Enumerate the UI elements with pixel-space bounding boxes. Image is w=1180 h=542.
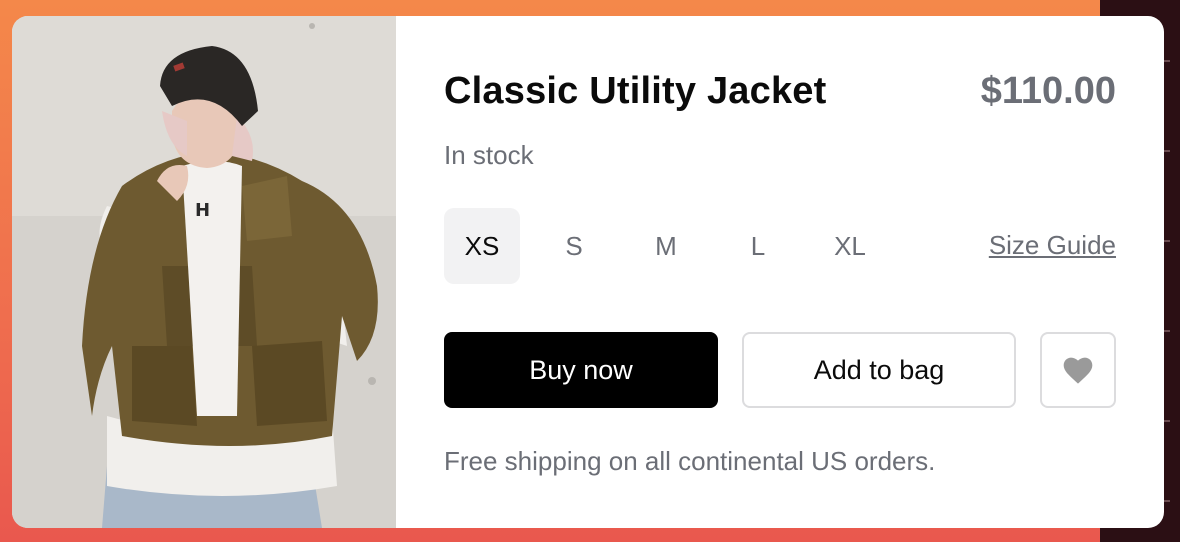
product-title: Classic Utility Jacket <box>444 70 827 112</box>
stock-status: In stock <box>444 140 534 170</box>
size-option-s[interactable]: S <box>536 208 612 284</box>
shipping-note: Free shipping on all continental US orde… <box>444 446 936 476</box>
size-option-m[interactable]: M <box>628 208 704 284</box>
product-price: $110.00 <box>980 70 1116 112</box>
buy-now-button[interactable]: Buy now <box>444 332 718 408</box>
size-option-xs[interactable]: XS <box>444 208 520 284</box>
size-selector: XS S M L XL <box>444 208 888 284</box>
favorite-button[interactable] <box>1040 332 1116 408</box>
size-option-xl[interactable]: XL <box>812 208 888 284</box>
add-to-bag-button[interactable]: Add to bag <box>742 332 1016 408</box>
heart-icon <box>1063 357 1093 384</box>
model-photo-illustration: H <box>12 16 396 528</box>
size-option-l[interactable]: L <box>720 208 796 284</box>
svg-text:H: H <box>195 200 210 221</box>
product-card: H Classic Utility Jacket $110.00 In stoc… <box>12 16 1164 528</box>
product-image: H <box>12 16 396 528</box>
product-details: Classic Utility Jacket $110.00 In stock … <box>444 16 1116 528</box>
size-guide-link[interactable]: Size Guide <box>989 230 1116 261</box>
